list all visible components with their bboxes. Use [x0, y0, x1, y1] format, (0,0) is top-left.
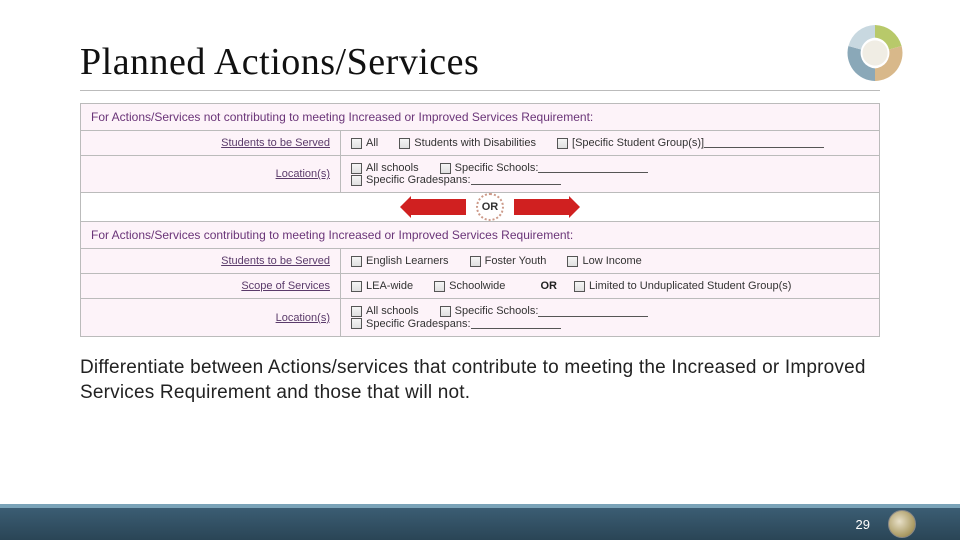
seal-icon: [888, 510, 916, 538]
checkbox-icon: [567, 256, 578, 267]
row-label: Scope of Services: [81, 274, 341, 299]
arrow-left-icon: [514, 199, 569, 215]
row-options: All Students with Disabilities [Specific…: [341, 131, 880, 156]
checkbox-icon: [351, 306, 362, 317]
checkbox-option[interactable]: Specific Gradespans:: [351, 318, 561, 330]
checkbox-option[interactable]: Specific Gradespans:: [351, 174, 561, 186]
checkbox-option[interactable]: Foster Youth: [470, 255, 547, 267]
checkbox-icon: [351, 256, 362, 267]
fill-blank[interactable]: [471, 319, 561, 329]
checkbox-icon: [434, 281, 445, 292]
checkbox-option[interactable]: Limited to Unduplicated Student Group(s): [574, 280, 791, 292]
checkbox-option[interactable]: All schools: [351, 305, 419, 317]
checkbox-icon: [399, 138, 410, 149]
section2-header: For Actions/Services contributing to mee…: [81, 222, 880, 249]
row-label: Location(s): [81, 156, 341, 193]
fill-blank[interactable]: [538, 307, 648, 317]
slide-subtitle: Differentiate between Actions/services t…: [80, 355, 880, 406]
row-options: English Learners Foster Youth Low Income: [341, 249, 880, 274]
checkbox-icon: [351, 281, 362, 292]
checkbox-icon: [440, 306, 451, 317]
row-options: All schools Specific Schools: Specific G…: [341, 299, 880, 336]
row-options: LEA-wide Schoolwide OR Limited to Undupl…: [341, 274, 880, 299]
row-label: Location(s): [81, 299, 341, 336]
checkbox-icon: [351, 138, 362, 149]
or-divider-row: OR: [81, 193, 880, 222]
section1-header: For Actions/Services not contributing to…: [81, 104, 880, 131]
checkbox-icon: [440, 163, 451, 174]
checkbox-icon: [557, 138, 568, 149]
checkbox-option[interactable]: Specific Schools:: [440, 162, 649, 174]
checkbox-icon: [351, 175, 362, 186]
checkbox-option[interactable]: Schoolwide: [434, 280, 505, 292]
checkbox-option[interactable]: All: [351, 137, 378, 149]
fill-blank[interactable]: [471, 175, 561, 185]
footer-bar: [0, 508, 960, 540]
page-number: 29: [856, 517, 870, 532]
checkbox-icon: [470, 256, 481, 267]
checkbox-icon: [574, 281, 585, 292]
row-label: Students to be Served: [81, 249, 341, 274]
fill-blank[interactable]: [538, 163, 648, 173]
cycle-diagram-logo: [840, 18, 910, 88]
checkbox-icon: [351, 318, 362, 329]
checkbox-icon: [351, 163, 362, 174]
row-options: All schools Specific Schools: Specific G…: [341, 156, 880, 193]
form-section-not-contributing: For Actions/Services not contributing to…: [80, 103, 880, 337]
checkbox-option[interactable]: Students with Disabilities: [399, 137, 536, 149]
checkbox-option[interactable]: English Learners: [351, 255, 449, 267]
or-inline-text: OR: [540, 280, 557, 292]
checkbox-option[interactable]: [Specific Student Group(s)]: [557, 137, 824, 149]
checkbox-option[interactable]: Specific Schools:: [440, 305, 649, 317]
checkbox-option[interactable]: Low Income: [567, 255, 641, 267]
or-badge: OR: [476, 193, 504, 221]
checkbox-option[interactable]: All schools: [351, 162, 419, 174]
checkbox-option[interactable]: LEA-wide: [351, 280, 413, 292]
row-label: Students to be Served: [81, 131, 341, 156]
page-title: Planned Actions/Services: [80, 40, 880, 84]
fill-blank[interactable]: [704, 138, 824, 148]
arrow-right-icon: [411, 199, 466, 215]
